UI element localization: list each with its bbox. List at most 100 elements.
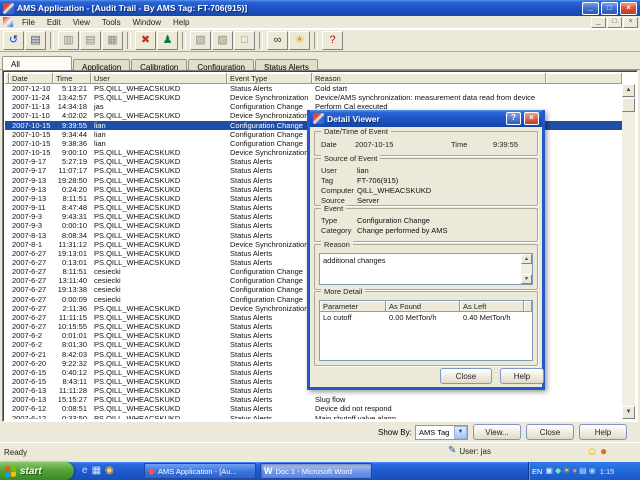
- menu-tools[interactable]: Tools: [96, 18, 127, 27]
- help-button[interactable]: ?: [322, 31, 343, 50]
- cell: [546, 84, 622, 93]
- toolbar-separator: [182, 32, 186, 49]
- menu-window[interactable]: Window: [127, 18, 167, 27]
- table-row[interactable]: 2007-11-2413:42:57PS.QILL_WHEACSKUKDDevi…: [5, 93, 622, 102]
- scroll-up-icon[interactable]: ▲: [521, 254, 532, 264]
- dialog-close-button[interactable]: Close: [440, 368, 492, 384]
- find-button[interactable]: ∞: [267, 31, 288, 50]
- page-button[interactable]: □: [234, 31, 255, 50]
- dialog-help-button[interactable]: Help: [500, 368, 544, 384]
- detail-column-blank[interactable]: [524, 301, 532, 312]
- menu-help[interactable]: Help: [167, 18, 195, 27]
- close-window-button[interactable]: Close: [526, 424, 574, 440]
- reason-textarea[interactable]: additional changes ▲ ▼: [319, 253, 533, 285]
- source-legend: Source of Event: [321, 154, 380, 163]
- column-header-time[interactable]: Time: [53, 73, 91, 84]
- language-indicator[interactable]: EN: [532, 467, 542, 476]
- column-header-date[interactable]: Date: [9, 73, 53, 84]
- cell: 15:15:27: [53, 395, 91, 404]
- detail-column-as-found[interactable]: As Found: [386, 301, 460, 312]
- tray-volume-icon[interactable]: ◉: [589, 467, 596, 475]
- alert-button[interactable]: ☀: [289, 31, 310, 50]
- table-row[interactable]: 2007-6-120:08:51PS.QILL_WHEACSKUKDStatus…: [5, 404, 622, 413]
- close-button[interactable]: ×: [620, 2, 637, 15]
- tray-alert-icon[interactable]: ☀: [563, 467, 570, 475]
- cell: [546, 121, 622, 130]
- cell: Device/AMS synchronization: measurement …: [312, 93, 546, 102]
- user-walk-button[interactable]: ♟: [157, 31, 178, 50]
- cell: 2007-6-27: [9, 322, 53, 331]
- chevron-down-icon[interactable]: ▼: [454, 426, 467, 439]
- tray-app-icon[interactable]: ▤: [579, 467, 587, 475]
- scrollbar-thumb[interactable]: [622, 98, 635, 112]
- cell: 2007-10-15: [9, 148, 53, 157]
- detail-column-parameter[interactable]: Parameter: [320, 301, 386, 312]
- report-button[interactable]: ▤: [25, 31, 46, 50]
- mdi-minimize-button[interactable]: _: [591, 17, 606, 28]
- show-by-combobox[interactable]: AMS Tag ▼: [415, 425, 468, 440]
- list-scrollbar[interactable]: ▲ ▼: [622, 84, 635, 419]
- sync-button[interactable]: ✖: [135, 31, 156, 50]
- show-desktop-icon[interactable]: ▦: [92, 466, 101, 476]
- cell: PS.QILL_WHEACSKUKD: [91, 84, 227, 93]
- dialog-title: Detail Viewer: [327, 114, 503, 124]
- help-button[interactable]: Help: [579, 424, 627, 440]
- dialog-help-icon[interactable]: ?: [506, 112, 521, 125]
- media-player-icon[interactable]: ◉: [105, 466, 114, 476]
- cell: 2:11:36: [53, 304, 91, 313]
- menu-edit[interactable]: Edit: [41, 18, 67, 27]
- scroll-up-icon[interactable]: ▲: [622, 84, 635, 97]
- dialog-close-icon[interactable]: ×: [524, 112, 539, 125]
- cell: 8:11:51: [53, 194, 91, 203]
- table-row[interactable]: 2007-6-1315:15:27PS.QILL_WHEACSKUKDStatu…: [5, 395, 622, 404]
- column-header-event-type[interactable]: Event Type: [227, 73, 312, 84]
- copy-button[interactable]: ▤: [80, 31, 101, 50]
- save-button[interactable]: ▦: [102, 31, 123, 50]
- table-row[interactable]: 2007-12-105:13:21PS.QILL_WHEACSKUKDStatu…: [5, 84, 622, 93]
- tray-network-icon[interactable]: ▣: [545, 467, 553, 475]
- detail-column-as-left[interactable]: As Left: [460, 301, 524, 312]
- start-button[interactable]: start: [0, 462, 74, 480]
- cell: 0.00 MetTon/h: [386, 313, 460, 323]
- tray-sync-icon[interactable]: ◆: [555, 467, 561, 475]
- table-row[interactable]: 2007-6-120:33:50PS.QILL_WHEACSKUKDStatus…: [5, 414, 622, 419]
- cell: Slug flow: [312, 395, 546, 404]
- scroll-down-icon[interactable]: ▼: [521, 274, 532, 284]
- column-header-blank[interactable]: [546, 73, 622, 84]
- cell: [546, 194, 622, 203]
- print-button[interactable]: ▥: [58, 31, 79, 50]
- tray-status-icon[interactable]: ●: [572, 467, 577, 475]
- chart-button[interactable]: ▧: [190, 31, 211, 50]
- detail-row[interactable]: Lo cutoff0.00 MetTon/h0.40 MetTon/h: [320, 313, 532, 323]
- ie-icon[interactable]: e: [82, 466, 88, 476]
- cell: [546, 212, 622, 221]
- cell: Status Alerts: [227, 203, 312, 212]
- cell: Configuration Change: [227, 102, 312, 111]
- quick-launch: e ▦ ◉: [82, 462, 114, 480]
- task-word-document[interactable]: WDoc 1 - Microsoft Word: [260, 463, 372, 479]
- cell: PS.QILL_WHEACSKUKD: [91, 185, 227, 194]
- view-button[interactable]: View...: [473, 424, 521, 440]
- cell: 8:11:51: [53, 267, 91, 276]
- minimize-button[interactable]: _: [582, 2, 599, 15]
- cell: 2007-6-27: [9, 267, 53, 276]
- cell: 9:22:32: [53, 359, 91, 368]
- task-ams-application[interactable]: ◆AMS Application - [Au...: [144, 463, 256, 479]
- restore-button[interactable]: □: [601, 2, 618, 15]
- reason-scrollbar[interactable]: ▲ ▼: [521, 254, 532, 284]
- undo-button[interactable]: ↺: [3, 31, 24, 50]
- cell: PS.QILL_WHEACSKUKD: [91, 304, 227, 313]
- column-header-user[interactable]: User: [91, 73, 227, 84]
- show-by-value: AMS Tag: [419, 428, 449, 437]
- chart2-button[interactable]: ▨: [212, 31, 233, 50]
- cell: 2007-6-27: [9, 295, 53, 304]
- column-header-reason[interactable]: Reason: [312, 73, 546, 84]
- mdi-restore-button[interactable]: □: [607, 17, 622, 28]
- cell: PS.QILL_WHEACSKUKD: [91, 404, 227, 413]
- cell: 2007-6-13: [9, 395, 53, 404]
- menu-view[interactable]: View: [67, 18, 96, 27]
- cell: Status Alerts: [227, 322, 312, 331]
- scroll-down-icon[interactable]: ▼: [622, 406, 635, 419]
- mdi-close-button[interactable]: ×: [623, 17, 638, 28]
- menu-file[interactable]: File: [16, 18, 41, 27]
